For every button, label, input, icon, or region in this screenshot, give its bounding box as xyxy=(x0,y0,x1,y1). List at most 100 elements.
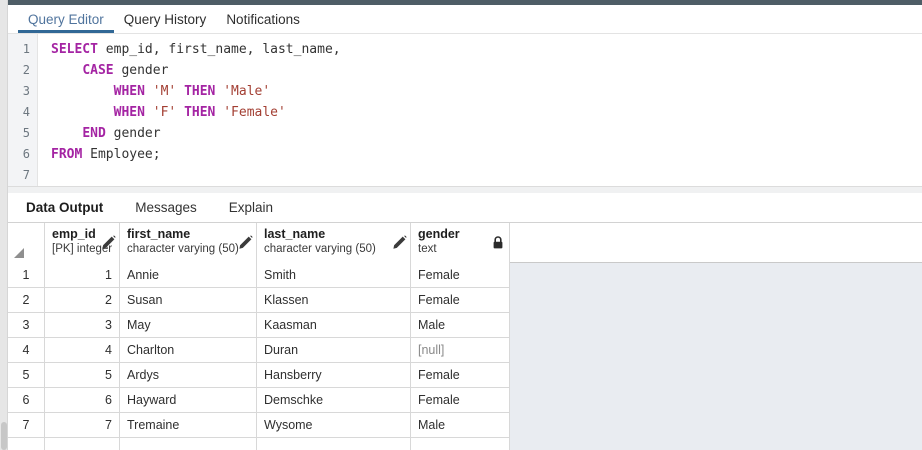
result-table: emp_id[PK] integerfirst_namecharacter va… xyxy=(8,223,510,450)
sql-text: gender xyxy=(106,126,161,141)
tab-messages[interactable]: Messages xyxy=(135,200,197,215)
row-number[interactable] xyxy=(8,438,45,450)
tab-explain[interactable]: Explain xyxy=(229,200,273,215)
column-header-emp_id[interactable]: emp_id[PK] integer xyxy=(45,223,120,263)
select-all-corner[interactable] xyxy=(8,223,45,263)
cell-emp_id[interactable]: 5 xyxy=(45,363,120,388)
cell-empty[interactable] xyxy=(120,438,257,450)
row-number[interactable]: 3 xyxy=(8,313,45,338)
line-number: 3 xyxy=(8,81,37,102)
top-panel-splitter[interactable] xyxy=(8,0,922,5)
tab-query-editor[interactable]: Query Editor xyxy=(18,5,114,33)
cell-empty[interactable] xyxy=(257,438,411,450)
cell-first_name[interactable]: Ardys xyxy=(120,363,257,388)
column-header-gender[interactable]: gendertext xyxy=(411,223,510,263)
cell-first_name[interactable]: Hayward xyxy=(120,388,257,413)
tab-query-history[interactable]: Query History xyxy=(114,5,217,33)
row-number[interactable]: 1 xyxy=(8,263,45,288)
cell-gender[interactable]: Female xyxy=(411,363,510,388)
cell-first_name[interactable]: Annie xyxy=(120,263,257,288)
table-row: 33MayKaasmanMale xyxy=(8,313,510,338)
cell-gender[interactable]: Male xyxy=(411,313,510,338)
left-panel-splitter[interactable] xyxy=(0,0,8,450)
pencil-icon[interactable] xyxy=(391,235,407,251)
sql-keyword: END xyxy=(82,126,105,141)
line-number: 4 xyxy=(8,102,37,123)
pencil-icon[interactable] xyxy=(100,235,116,251)
sql-text xyxy=(145,84,153,99)
cell-gender[interactable]: Male xyxy=(411,413,510,438)
code-line[interactable]: CASE gender xyxy=(51,60,922,81)
row-number[interactable]: 6 xyxy=(8,388,45,413)
table-row: 77TremaineWysomeMale xyxy=(8,413,510,438)
sql-text xyxy=(145,105,153,120)
cell-last_name[interactable]: Klassen xyxy=(257,288,411,313)
lock-icon xyxy=(490,235,506,251)
column-header-first_name[interactable]: first_namecharacter varying (50) xyxy=(120,223,257,263)
line-number: 2 xyxy=(8,60,37,81)
cell-gender[interactable]: Female xyxy=(411,263,510,288)
cell-emp_id[interactable]: 7 xyxy=(45,413,120,438)
line-number-gutter: 1234567 xyxy=(8,34,38,186)
row-number[interactable]: 5 xyxy=(8,363,45,388)
cell-emp_id[interactable]: 4 xyxy=(45,338,120,363)
sql-editor[interactable]: 1234567 SELECT emp_id, first_name, last_… xyxy=(8,34,922,186)
row-number[interactable]: 2 xyxy=(8,288,45,313)
left-scrollbar-thumb[interactable] xyxy=(1,422,7,450)
code-line[interactable]: END gender xyxy=(51,123,922,144)
cell-emp_id[interactable]: 6 xyxy=(45,388,120,413)
cell-last_name[interactable]: Hansberry xyxy=(257,363,411,388)
cell-emp_id[interactable]: 1 xyxy=(45,263,120,288)
row-number[interactable]: 7 xyxy=(8,413,45,438)
cell-first_name[interactable]: Susan xyxy=(120,288,257,313)
cell-gender[interactable]: [null] xyxy=(411,338,510,363)
editor-tab-bar: Query EditorQuery HistoryNotifications xyxy=(8,5,922,34)
cell-first_name[interactable]: May xyxy=(120,313,257,338)
cell-last_name[interactable]: Wysome xyxy=(257,413,411,438)
null-value: [null] xyxy=(418,343,444,357)
cell-gender[interactable]: Female xyxy=(411,288,510,313)
code-line[interactable]: FROM Employee; xyxy=(51,144,922,165)
sql-text xyxy=(51,84,114,99)
cell-empty[interactable] xyxy=(411,438,510,450)
editor-output-splitter[interactable] xyxy=(8,186,922,193)
code-line[interactable]: WHEN 'F' THEN 'Female' xyxy=(51,102,922,123)
sql-keyword: CASE xyxy=(82,63,113,78)
table-row-partial xyxy=(8,438,510,450)
sql-text: Employee; xyxy=(82,147,160,162)
row-number[interactable]: 4 xyxy=(8,338,45,363)
cell-last_name[interactable]: Kaasman xyxy=(257,313,411,338)
code-line[interactable]: WHEN 'M' THEN 'Male' xyxy=(51,81,922,102)
code-line[interactable] xyxy=(51,165,922,186)
sql-code-area[interactable]: SELECT emp_id, first_name, last_name, CA… xyxy=(39,34,922,186)
cell-first_name[interactable]: Charlton xyxy=(120,338,257,363)
output-tab-bar: Data Output Messages Explain xyxy=(8,193,922,222)
cell-gender[interactable]: Female xyxy=(411,388,510,413)
sql-string: 'F' xyxy=(153,105,176,120)
pgadmin-query-tool: Query EditorQuery HistoryNotifications 1… xyxy=(0,0,922,450)
cell-emp_id[interactable]: 2 xyxy=(45,288,120,313)
cell-last_name[interactable]: Demschke xyxy=(257,388,411,413)
grid-header-row: emp_id[PK] integerfirst_namecharacter va… xyxy=(8,223,510,263)
sql-text xyxy=(176,105,184,120)
sql-keyword: THEN xyxy=(184,105,215,120)
code-line[interactable]: SELECT emp_id, first_name, last_name, xyxy=(51,39,922,60)
sql-keyword: FROM xyxy=(51,147,82,162)
column-header-last_name[interactable]: last_namecharacter varying (50) xyxy=(257,223,411,263)
tab-notifications[interactable]: Notifications xyxy=(216,5,310,33)
cell-first_name[interactable]: Tremaine xyxy=(120,413,257,438)
table-row: 44CharltonDuran[null] xyxy=(8,338,510,363)
cell-emp_id[interactable]: 3 xyxy=(45,313,120,338)
line-number: 5 xyxy=(8,123,37,144)
sql-keyword: THEN xyxy=(184,84,215,99)
sql-text xyxy=(51,126,82,141)
cell-last_name[interactable]: Duran xyxy=(257,338,411,363)
tab-data-output[interactable]: Data Output xyxy=(26,200,103,215)
sql-text xyxy=(51,63,82,78)
cell-last_name[interactable]: Smith xyxy=(257,263,411,288)
sql-text: gender xyxy=(114,63,169,78)
pencil-icon[interactable] xyxy=(237,235,253,251)
table-row: 66HaywardDemschkeFemale xyxy=(8,388,510,413)
line-number: 7 xyxy=(8,165,37,186)
cell-empty[interactable] xyxy=(45,438,120,450)
